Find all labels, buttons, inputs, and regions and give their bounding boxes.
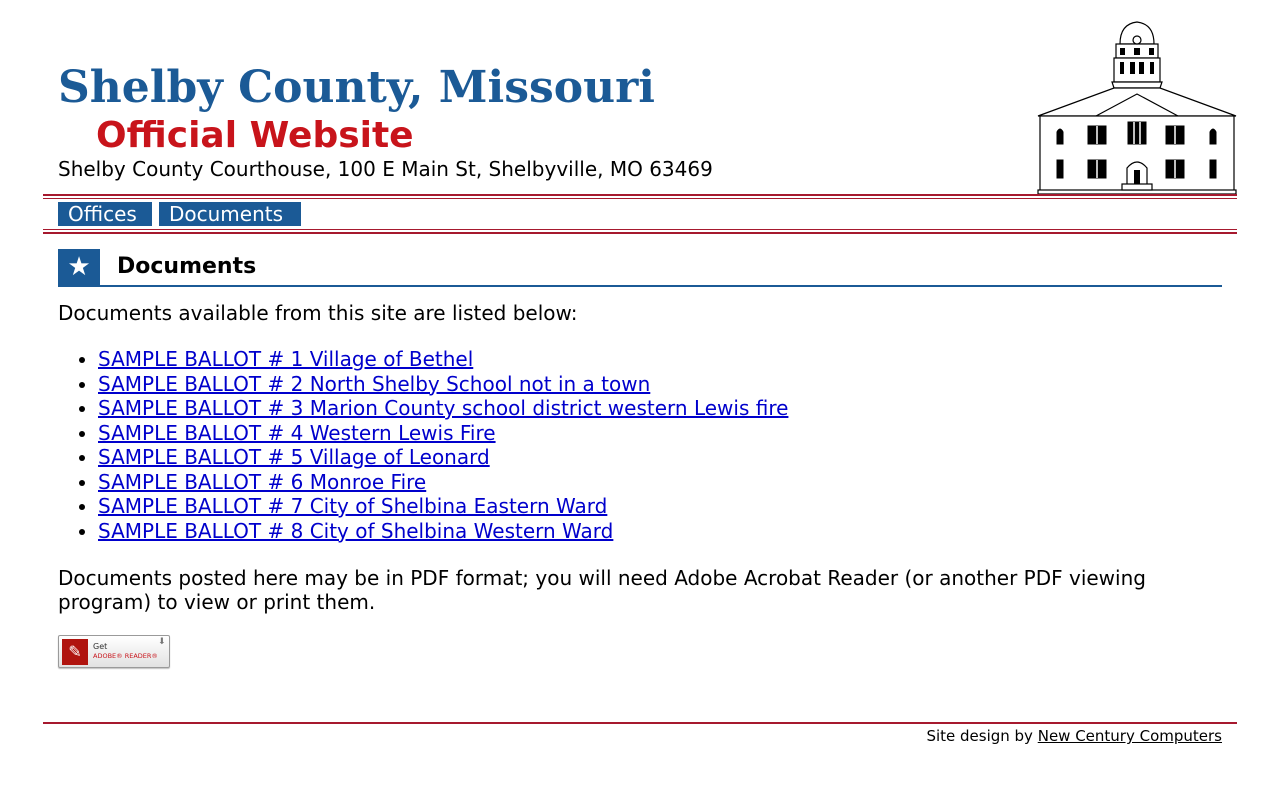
document-list: SAMPLE BALLOT # 1 Village of Bethel SAMP… (58, 347, 788, 543)
adobe-reader-label: ADOBE® READER® (93, 652, 158, 660)
nav-rule (43, 229, 1237, 230)
nav-offices[interactable]: Offices (58, 202, 152, 226)
document-link-6[interactable]: SAMPLE BALLOT # 6 Monroe Fire (98, 470, 426, 494)
download-arrow-icon: ⬇ (158, 637, 166, 647)
footer-rule (43, 722, 1237, 724)
header-rule (43, 194, 1237, 196)
section-heading: ★ Documents (58, 249, 1222, 287)
list-item: SAMPLE BALLOT # 3 Marion County school d… (98, 396, 788, 421)
document-link-2[interactable]: SAMPLE BALLOT # 2 North Shelby School no… (98, 372, 650, 396)
courthouse-logo (1037, 21, 1237, 195)
list-item: SAMPLE BALLOT # 1 Village of Bethel (98, 347, 788, 372)
list-item: SAMPLE BALLOT # 4 Western Lewis Fire (98, 421, 788, 446)
star-icon: ★ (58, 249, 100, 285)
document-link-1[interactable]: SAMPLE BALLOT # 1 Village of Bethel (98, 347, 473, 371)
nav-rule (43, 232, 1237, 234)
nav-documents[interactable]: Documents (159, 202, 301, 226)
adobe-get-label: Get (93, 642, 108, 651)
pdf-note: Documents posted here may be in PDF form… (58, 566, 1146, 614)
header-rule (43, 198, 1237, 199)
list-item: SAMPLE BALLOT # 5 Village of Leonard (98, 445, 788, 470)
document-link-4[interactable]: SAMPLE BALLOT # 4 Western Lewis Fire (98, 421, 496, 445)
get-adobe-reader-button[interactable]: ✎ Get ADOBE® READER® ⬇ (58, 635, 170, 668)
document-link-3[interactable]: SAMPLE BALLOT # 3 Marion County school d… (98, 396, 788, 420)
intro-text: Documents available from this site are l… (58, 301, 578, 325)
document-link-5[interactable]: SAMPLE BALLOT # 5 Village of Leonard (98, 445, 490, 469)
site-title: Shelby County, Missouri (58, 62, 655, 113)
footer-designer-link[interactable]: New Century Computers (1038, 727, 1222, 745)
list-item: SAMPLE BALLOT # 2 North Shelby School no… (98, 372, 788, 397)
section-title: Documents (117, 254, 257, 279)
document-link-8[interactable]: SAMPLE BALLOT # 8 City of Shelbina Weste… (98, 519, 613, 543)
list-item: SAMPLE BALLOT # 8 City of Shelbina Weste… (98, 519, 788, 544)
site-subtitle: Official Website (96, 115, 414, 156)
site-address: Shelby County Courthouse, 100 E Main St,… (58, 157, 713, 181)
list-item: SAMPLE BALLOT # 6 Monroe Fire (98, 470, 788, 495)
footer-credit: Site design by New Century Computers (926, 727, 1222, 745)
adobe-pdf-icon: ✎ (62, 639, 88, 665)
list-item: SAMPLE BALLOT # 7 City of Shelbina Easte… (98, 494, 788, 519)
footer-prefix: Site design by (926, 727, 1033, 745)
page: Shelby County, Missouri Official Website… (0, 0, 1280, 800)
document-link-7[interactable]: SAMPLE BALLOT # 7 City of Shelbina Easte… (98, 494, 607, 518)
